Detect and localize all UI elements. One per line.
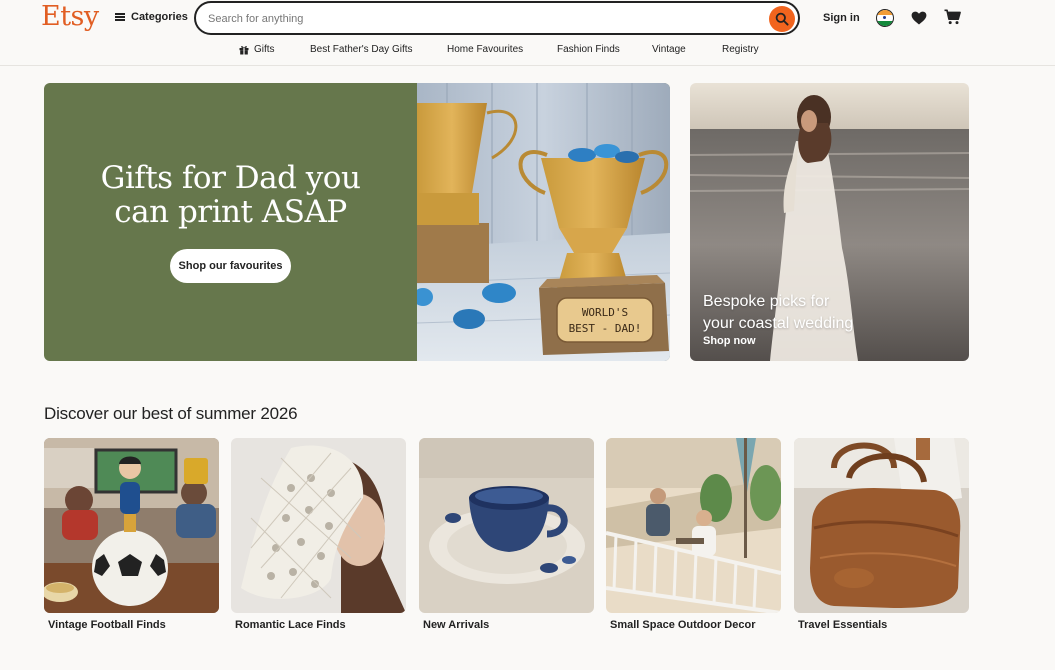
subnav-gifts-label: Gifts xyxy=(254,44,275,55)
subnav-vintage[interactable]: Vintage xyxy=(652,44,686,55)
paper-trophy-photo: WORLD'S BEST - DAD! xyxy=(417,83,670,361)
search-input[interactable] xyxy=(208,10,768,28)
card-romantic-lace[interactable]: Romantic Lace Finds xyxy=(231,438,406,631)
card-travel-essentials[interactable]: Travel Essentials xyxy=(794,438,969,631)
ceramic-cup-photo xyxy=(419,438,594,613)
shop-now-link[interactable]: Shop now xyxy=(703,335,756,347)
shop-favourites-button[interactable]: Shop our favourites xyxy=(170,249,291,283)
card-label: Romantic Lace Finds xyxy=(235,619,346,631)
hero-main-banner[interactable]: Gifts for Dad you can print ASAP Shop ou… xyxy=(44,83,670,361)
india-flag-icon[interactable] xyxy=(876,9,894,27)
card-label: Travel Essentials xyxy=(798,619,888,631)
card-image xyxy=(606,438,781,613)
hero-title: Gifts for Dad you can print ASAP xyxy=(44,161,417,229)
card-image xyxy=(419,438,594,613)
coastal-wedding-title: Bespoke picks for your coastal wedding xyxy=(703,291,963,335)
card-image xyxy=(44,438,219,613)
balcony-couple-photo xyxy=(606,438,781,613)
card-outdoor-decor[interactable]: Small Space Outdoor Decor xyxy=(606,438,781,631)
svg-text:WORLD'S: WORLD'S xyxy=(582,306,628,319)
card-label: Vintage Football Finds xyxy=(48,619,166,631)
lace-headscarf-photo xyxy=(231,438,406,613)
heart-icon[interactable] xyxy=(911,11,927,25)
subnav-gifts[interactable]: Gifts xyxy=(239,44,275,55)
etsy-logo[interactable]: Etsy xyxy=(41,1,99,32)
site-header: Etsy Categories Sign in xyxy=(0,0,1055,66)
search-bar xyxy=(194,1,800,35)
category-subnav: Gifts Best Father's Day Gifts Home Favou… xyxy=(0,44,1055,58)
card-image xyxy=(794,438,969,613)
discover-section-title: Discover our best of summer 2026 xyxy=(44,404,298,423)
coastal-wedding-banner[interactable]: Bespoke picks for your coastal wedding S… xyxy=(690,83,969,361)
categories-label: Categories xyxy=(131,11,188,23)
subnav-fashion-finds[interactable]: Fashion Finds xyxy=(557,44,620,55)
cart-icon[interactable] xyxy=(944,9,961,25)
sign-in-link[interactable]: Sign in xyxy=(823,12,860,24)
gift-icon xyxy=(239,45,249,54)
search-button[interactable] xyxy=(769,6,795,32)
card-label: New Arrivals xyxy=(423,619,490,631)
football-figurine-photo xyxy=(44,438,219,613)
hero-title-line1: Gifts for Dad you xyxy=(100,160,361,196)
hero-text-panel: Gifts for Dad you can print ASAP Shop ou… xyxy=(44,83,417,361)
card-label: Small Space Outdoor Decor xyxy=(610,619,756,631)
card-image xyxy=(231,438,406,613)
svg-text:BEST - DAD!: BEST - DAD! xyxy=(569,322,642,335)
categories-menu-button[interactable]: Categories xyxy=(115,11,188,23)
card-vintage-football[interactable]: Vintage Football Finds xyxy=(44,438,219,631)
coastal-title-line2: your coastal wedding xyxy=(703,315,854,332)
leather-bag-photo xyxy=(794,438,969,613)
search-icon xyxy=(775,12,789,26)
hamburger-icon xyxy=(115,13,125,21)
hero-title-line2: can print ASAP xyxy=(114,194,347,230)
coastal-title-line1: Bespoke picks for xyxy=(703,293,830,310)
card-new-arrivals[interactable]: New Arrivals xyxy=(419,438,594,631)
subnav-registry[interactable]: Registry xyxy=(722,44,759,55)
subnav-fathers-day[interactable]: Best Father's Day Gifts xyxy=(310,44,413,55)
subnav-home-favourites[interactable]: Home Favourites xyxy=(447,44,523,55)
